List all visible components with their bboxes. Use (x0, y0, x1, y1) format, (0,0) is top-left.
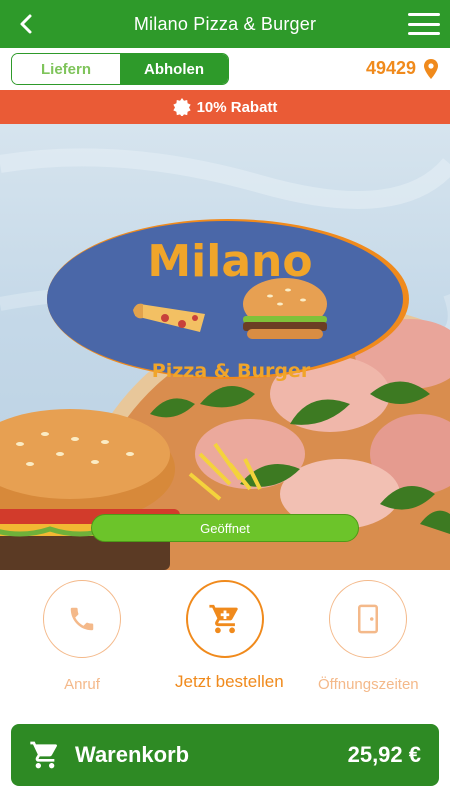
call-action[interactable]: Anruf (32, 580, 132, 693)
order-now-button[interactable] (186, 580, 264, 658)
delivery-mode-toggle: Liefern Abholen (11, 53, 229, 85)
open-status-badge: Geöffnet (91, 514, 359, 542)
call-button[interactable] (43, 580, 121, 658)
postcode-label: 49429 (365, 58, 416, 78)
menu-icon (408, 13, 440, 16)
quick-actions: Anruf Jetzt bestellen Öffnungszeiten (0, 570, 450, 720)
phone-icon (70, 607, 94, 631)
hero-image: Milano Pizza & Burger Geöffnet (0, 124, 450, 570)
back-button[interactable] (10, 8, 42, 40)
logo-subtitle: Pizza & Burger (152, 360, 311, 382)
location-pin-icon (424, 58, 438, 79)
discount-banner[interactable]: 10% Rabatt (0, 90, 450, 124)
door-icon (358, 604, 378, 634)
cart-icon (209, 604, 238, 634)
opening-hours-button[interactable] (329, 580, 407, 658)
order-action[interactable]: Jetzt bestellen (175, 580, 284, 692)
food-illustration: Milano Pizza & Burger (0, 148, 450, 570)
cart-label: Warenkorb (75, 742, 190, 767)
cart-total: 25,92 € (347, 742, 421, 767)
app-header: Milano Pizza & Burger (0, 0, 450, 48)
location-selector[interactable]: 49429 (366, 58, 438, 79)
order-mode-row: Liefern Abholen 49429 (0, 48, 450, 90)
order-now-label: Jetzt bestellen (175, 672, 284, 691)
call-label: Anruf (64, 676, 100, 693)
opening-hours-label: Öffnungszeiten (318, 676, 419, 693)
shopping-cart-icon (30, 741, 57, 769)
mode-option-abholen[interactable]: Abholen (120, 54, 228, 84)
chevron-left-icon (20, 14, 32, 34)
page-title: Milano Pizza & Burger (133, 13, 317, 34)
badge-icon (172, 98, 191, 116)
hours-action[interactable]: Öffnungszeiten (318, 580, 419, 693)
mode-option-liefern[interactable]: Liefern (12, 54, 120, 84)
discount-text: 10% Rabatt (196, 98, 278, 116)
cart-button[interactable]: Warenkorb 25,92 € (11, 724, 439, 786)
logo-title: Milano (147, 236, 312, 287)
menu-button[interactable] (408, 10, 440, 38)
